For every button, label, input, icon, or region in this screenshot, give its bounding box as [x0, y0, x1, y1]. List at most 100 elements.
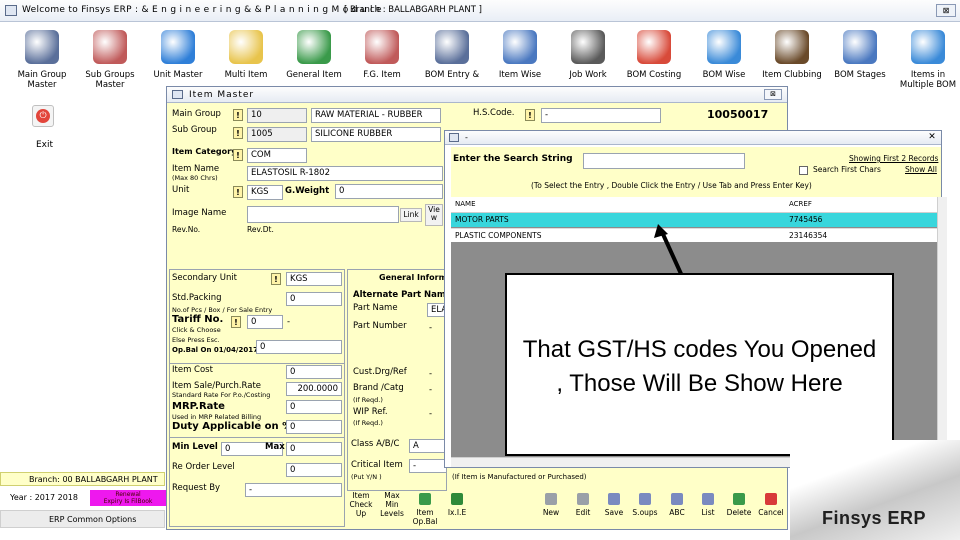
- max-level-label: Max: [265, 442, 285, 452]
- window-icon: [449, 133, 459, 142]
- checklist-icon: [843, 30, 877, 64]
- g-weight-label: G.Weight: [285, 186, 330, 196]
- main-group-lookup-button[interactable]: !: [233, 109, 243, 121]
- sale-purch-rate-field[interactable]: 200.0000: [286, 382, 342, 396]
- window-icon: [172, 90, 183, 99]
- toolbar-button-label: Job Work: [569, 70, 607, 80]
- window-close-button[interactable]: ⊠: [936, 4, 956, 17]
- renewal-alert-badge[interactable]: Renewal Expiry Is FilBook: [90, 490, 166, 506]
- action-button-2[interactable]: Item Op.Bal: [411, 491, 439, 531]
- tariff-lookup-button[interactable]: !: [231, 316, 241, 328]
- manufactured-note: (If Item is Manufactured or Purchased): [452, 473, 587, 481]
- table-row[interactable]: MOTOR PARTS 7745456: [451, 213, 941, 227]
- item-cost-field[interactable]: 0: [286, 365, 342, 379]
- sub-group-name-field[interactable]: SILICONE RUBBER: [311, 127, 441, 142]
- main-group-code-field[interactable]: 10: [247, 108, 307, 123]
- max-level-field[interactable]: 0: [286, 442, 342, 456]
- item-master-title-bar: Item Master ⊠: [167, 87, 787, 103]
- action-button-1[interactable]: Max Min Levels: [378, 491, 406, 531]
- secondary-unit-label: Secondary Unit: [172, 273, 238, 283]
- toolbar-button-label: Item Clubbing: [762, 70, 822, 80]
- show-all-link[interactable]: Show All: [905, 165, 937, 174]
- hs-code-field[interactable]: -: [541, 108, 661, 123]
- link-button[interactable]: Link: [400, 208, 422, 222]
- item-name-field[interactable]: ELASTOSIL R-1802: [247, 166, 443, 181]
- grid-header: NAME ACREF: [451, 197, 941, 213]
- search-dialog-close-button[interactable]: ✕: [925, 132, 939, 143]
- cust-drg-label: Cust.Drg/Ref: [353, 367, 407, 377]
- exit-button[interactable]: ⏻: [32, 105, 54, 127]
- action-button-label: S.oups: [632, 508, 658, 517]
- cust-drg-dash: -: [429, 369, 433, 379]
- toolbar-button-label: Unit Master: [153, 70, 203, 80]
- search-header: Enter the Search String Showing First 2 …: [451, 147, 941, 197]
- reorder-level-field[interactable]: 0: [286, 463, 342, 477]
- brand-if-reqd: (If Reqd.): [353, 396, 383, 404]
- hs-code-lookup-button[interactable]: !: [525, 109, 535, 121]
- mrp-rate-field[interactable]: 0: [286, 400, 342, 414]
- unit-lookup-button[interactable]: !: [233, 186, 243, 198]
- item-category-field[interactable]: COM: [247, 148, 307, 163]
- class-abc-field[interactable]: A: [409, 439, 447, 453]
- toolbar-button-1[interactable]: Sub Groups Master: [78, 30, 142, 100]
- op-bal-field[interactable]: 0: [256, 340, 342, 354]
- search-input[interactable]: [583, 153, 745, 169]
- unit-field[interactable]: KGS: [247, 185, 283, 200]
- std-packing-field[interactable]: 0: [286, 292, 342, 306]
- action-button-5[interactable]: Edit: [569, 491, 597, 531]
- folder-icon: [229, 30, 263, 64]
- brand-logo: Finsys ERP: [822, 508, 927, 528]
- toolbar-button-12[interactable]: BOM Stages: [828, 30, 892, 100]
- monitor-icon: [911, 30, 945, 64]
- view-button[interactable]: Vie w: [425, 204, 443, 226]
- main-group-name-field[interactable]: RAW MATERIAL - RUBBER: [311, 108, 441, 123]
- image-name-label: Image Name: [172, 208, 227, 218]
- tariff-no-label: Tariff No.: [172, 314, 224, 325]
- duty-field[interactable]: 0: [286, 420, 342, 434]
- part-number-label: Part Number: [353, 321, 407, 331]
- action-button-label: Item Check Up: [349, 491, 373, 518]
- column-header-acref[interactable]: ACREF: [789, 200, 812, 208]
- action-button-9[interactable]: List: [694, 491, 722, 531]
- action-button-6[interactable]: Save: [600, 491, 628, 531]
- windows-logo-icon: [733, 493, 745, 505]
- action-button-8[interactable]: ABC: [663, 491, 691, 531]
- action-button-label: Edit: [575, 508, 591, 517]
- globe-window-icon: [707, 30, 741, 64]
- secondary-unit-lookup-button[interactable]: !: [271, 273, 281, 285]
- image-name-field[interactable]: [247, 206, 399, 223]
- close-icon: ✕: [928, 132, 936, 142]
- action-button-label: New: [542, 508, 560, 517]
- sub-group-code-field[interactable]: 1005: [247, 127, 307, 142]
- toolbar-button-label: F.G. Item: [363, 70, 401, 80]
- speaker-icon: [435, 30, 469, 64]
- wip-ref-label: WIP Ref.: [353, 407, 388, 417]
- erp-common-options-button[interactable]: ERP Common Options: [0, 510, 165, 528]
- secondary-unit-field[interactable]: KGS: [286, 272, 342, 286]
- toolbar-button-13[interactable]: Items in Multiple BOM: [896, 30, 960, 100]
- action-button-4[interactable]: New: [537, 491, 565, 531]
- sub-group-lookup-button[interactable]: !: [233, 127, 243, 139]
- item-master-close-button[interactable]: ⊠: [764, 89, 782, 100]
- item-category-lookup-button[interactable]: !: [233, 149, 243, 161]
- table-row[interactable]: PLASTIC COMPONENTS 23146354: [451, 228, 941, 242]
- g-weight-field[interactable]: 0: [335, 184, 443, 199]
- critical-item-field[interactable]: -: [409, 459, 447, 473]
- showing-first-records-link[interactable]: Showing First 2 Records: [849, 154, 938, 163]
- column-header-name[interactable]: NAME: [455, 200, 476, 208]
- toolbar-button-0[interactable]: Main Group Master: [10, 30, 74, 100]
- action-button-3[interactable]: Ix.I.E: [443, 491, 471, 531]
- database-icon: [365, 30, 399, 64]
- vertical-scrollbar[interactable]: [937, 197, 947, 465]
- toolbar-button-label: Main Group Master: [17, 70, 67, 90]
- action-button-7[interactable]: S.oups: [631, 491, 659, 531]
- action-button-11[interactable]: Cancel: [757, 491, 785, 531]
- action-button-10[interactable]: Delete: [725, 491, 753, 531]
- tab-general-info[interactable]: General Inform: [379, 273, 447, 282]
- search-first-chars-checkbox[interactable]: [799, 166, 808, 175]
- toolbar-button-label: BOM Stages: [834, 70, 886, 80]
- search-prompt-label: Enter the Search String: [453, 154, 573, 164]
- request-by-field[interactable]: -: [245, 483, 342, 497]
- action-button-0[interactable]: Item Check Up: [347, 491, 375, 531]
- tariff-no-field[interactable]: 0: [247, 315, 283, 329]
